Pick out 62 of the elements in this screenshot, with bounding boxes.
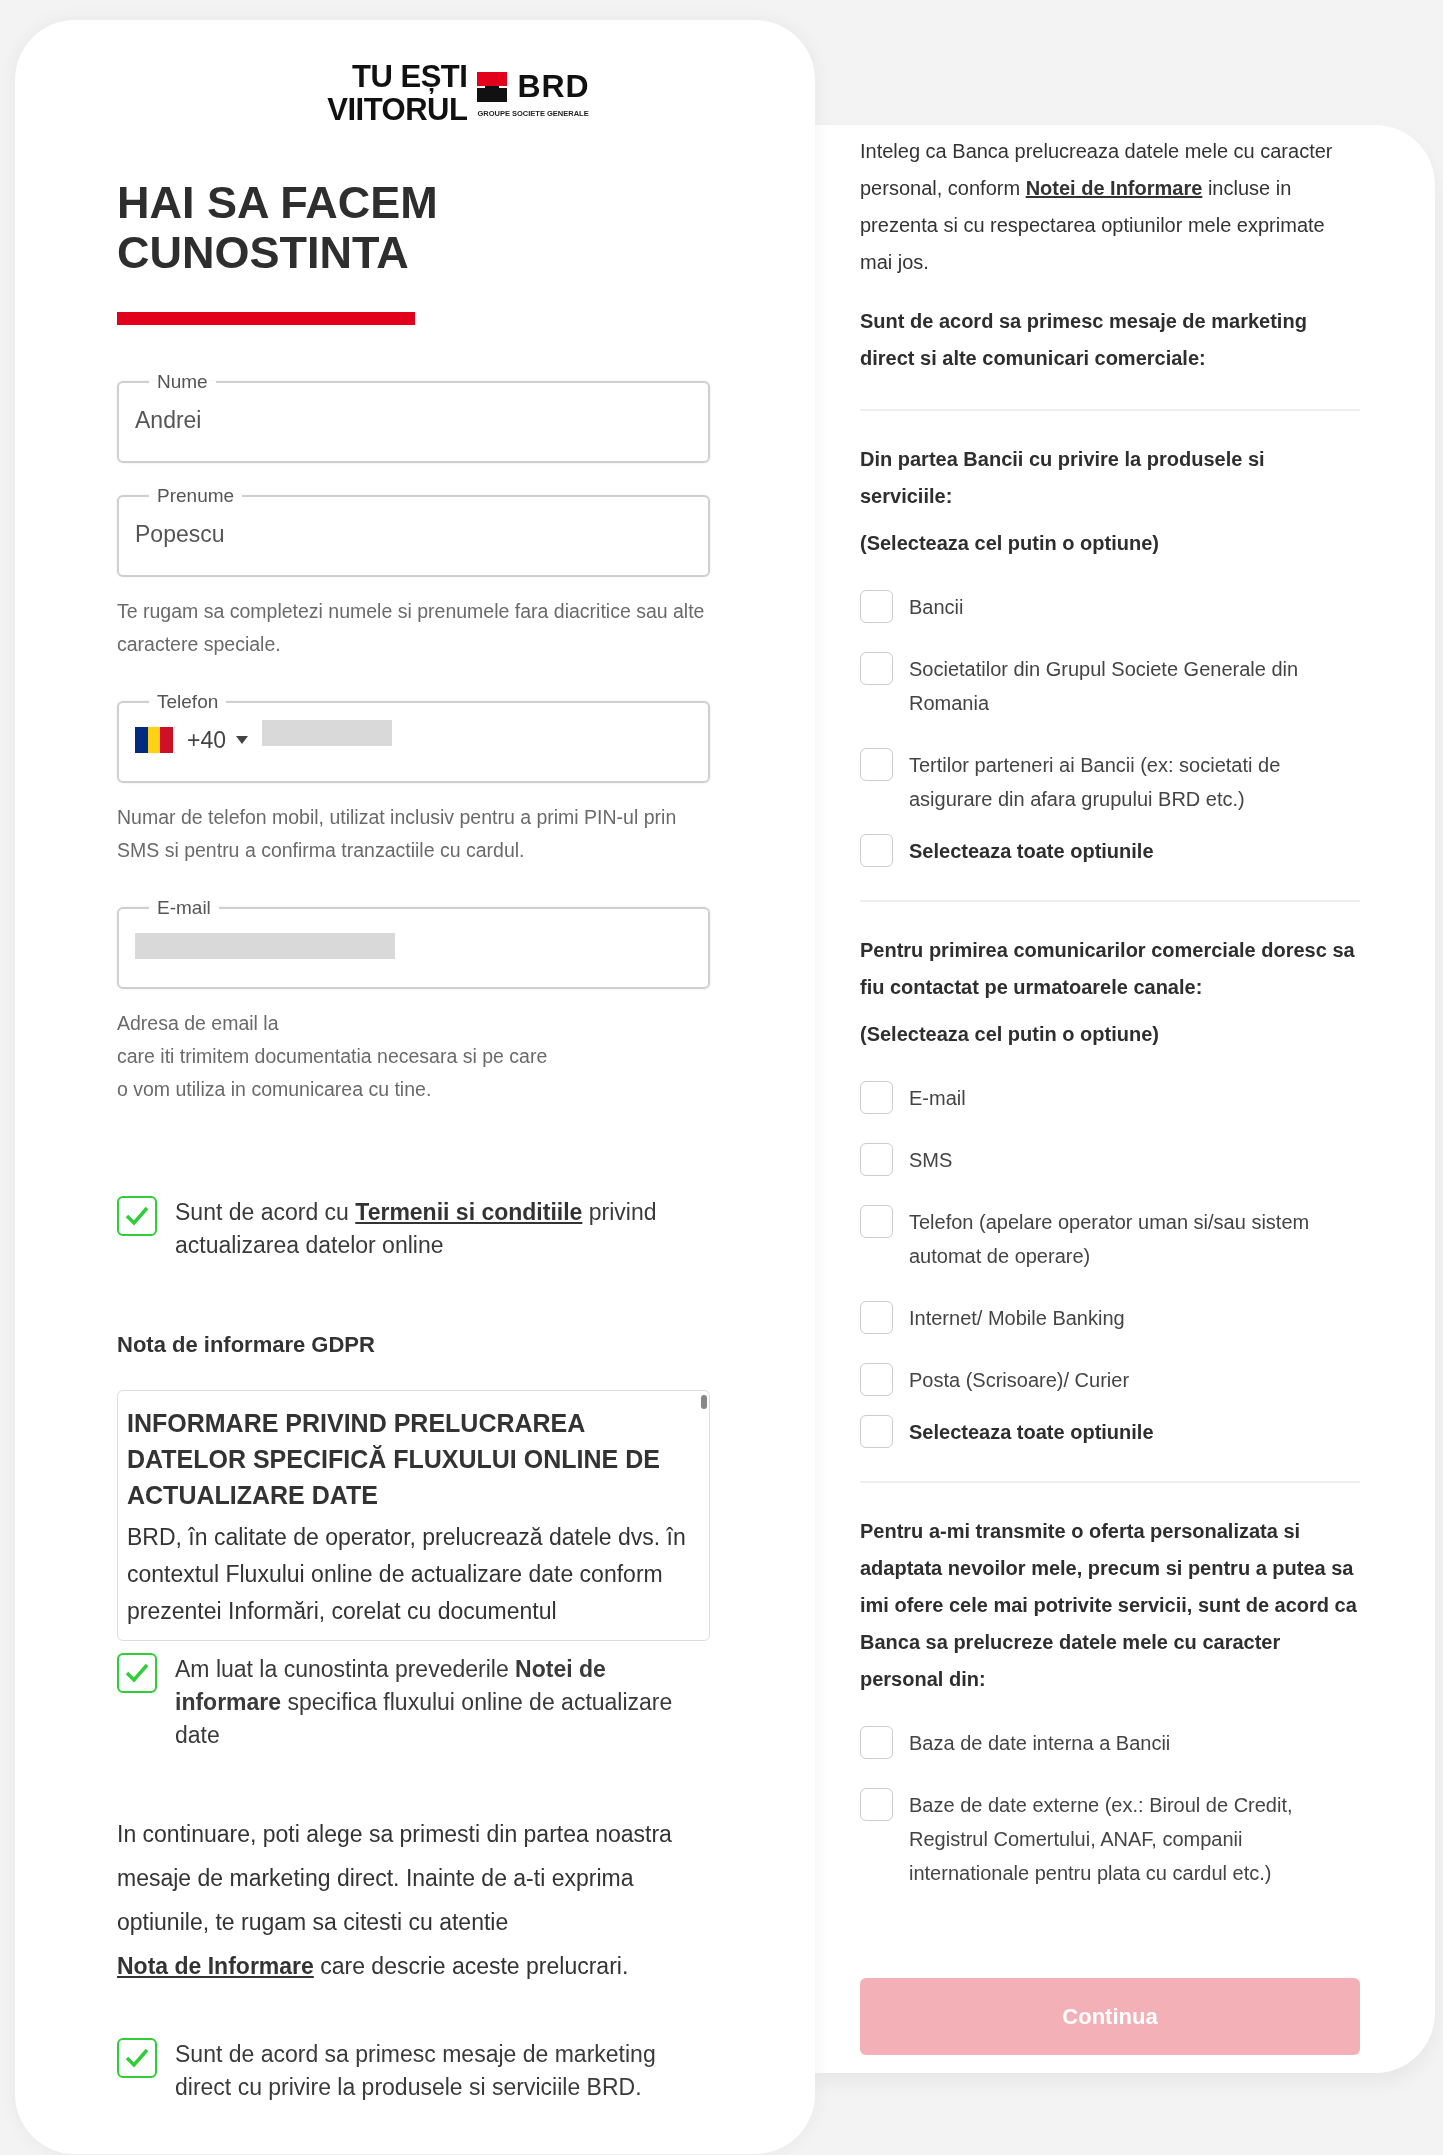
checkbox[interactable] xyxy=(117,1196,157,1236)
field-label: Nume xyxy=(156,371,209,393)
option-label: Baza de date interna a Bancii xyxy=(909,1731,1171,1756)
field-label: Telefon xyxy=(156,691,220,713)
checkbox[interactable] xyxy=(117,2038,157,2078)
checkbox[interactable] xyxy=(860,834,893,867)
checkbox[interactable] xyxy=(860,1415,893,1448)
option-label: SMS xyxy=(909,1148,953,1173)
helper-text: Adresa de email la care iti trimitem documentatia necesara si pe care o vom utiliza in comunicarea cu tine. xyxy=(117,1011,549,1102)
group-title: Din partea Bancii cu privire la produsele si serviciile: xyxy=(860,447,1266,509)
checkbox[interactable] xyxy=(860,1301,893,1334)
option-label: Baze de date externe (ex.: Biroul de Credit, Registrul Comertului, ANAF, companii internationale pentru plata cu cardul etc.) xyxy=(909,1793,1294,1886)
paragraph: In continuare, poti alege sa primesti din partea noastra mesaje de marketing direct. Inainte de a-ti exprima optiunile, te rugam sa citesti cu atentie Nota de Informare care descrie aceste prelucrari. xyxy=(117,1820,673,1981)
link[interactable]: Termenii si conditiile xyxy=(355,1199,583,1225)
helper-text: Numar de telefon mobil, utilizat inclusiv pentru a primi PIN-ul prin SMS si pentru a confirma tranzactiile cu cardul. xyxy=(117,805,678,863)
group-title: Pentru a-mi transmite o oferta personalizata si adaptata nevoilor mele, precum si pentru a putea sa imi ofere cele mai potrivite servicii, sunt de acord ca Banca sa prelucreze datele mele cu caracter personal din: xyxy=(860,1519,1358,1692)
helper-text: Te rugam sa completezi numele si prenumele fara diacritice sau alte caractere speciale. xyxy=(117,599,706,657)
checkbox[interactable] xyxy=(860,1726,893,1759)
checkmark-icon xyxy=(124,2047,150,2069)
scrollbar-thumb[interactable] xyxy=(701,1395,707,1409)
caret-icon xyxy=(236,736,248,744)
select-all-label: Selecteaza toate optiunile xyxy=(909,839,1154,864)
checkbox-label: Sunt de acord sa primesc mesaje de marketing direct cu privire la produsele si serviciile BRD. xyxy=(175,2040,657,2102)
document-title: INFORMARE PRIVIND PRELUCRAREA DATELOR SPECIFICĂ FLUXULUI ONLINE DE ACTUALIZARE DATE xyxy=(127,1408,661,1511)
brand-name: BRD xyxy=(517,68,590,105)
logo-tagline: TU EȘTI VIITORUL xyxy=(327,60,468,126)
link[interactable]: Nota de Informare xyxy=(117,1953,314,1979)
checkbox[interactable] xyxy=(860,1788,893,1821)
checkbox-label: Am luat la cunostinta prevederile Notei de informare specifica fluxului online de actualizare date xyxy=(175,1655,674,1750)
link[interactable]: Notei de Informare xyxy=(1025,177,1203,199)
option-label: Internet/ Mobile Banking xyxy=(909,1306,1125,1331)
field-label: Prenume xyxy=(156,485,236,507)
group-subtitle: (Selecteaza cel putin o optiune) xyxy=(860,531,1160,556)
section-title: Sunt de acord sa primesc mesaje de marketing direct si alte comunicari comerciale: xyxy=(860,309,1308,371)
option-label: Bancii xyxy=(909,595,964,620)
checkmark-icon xyxy=(124,1662,150,1684)
field-label: E-mail xyxy=(156,897,212,919)
option-label: Posta (Scrisoare)/ Curier xyxy=(909,1368,1130,1393)
checkbox[interactable] xyxy=(860,652,893,685)
section-title: Nota de informare GDPR xyxy=(117,1332,376,1358)
checkbox[interactable] xyxy=(860,590,893,623)
flag-icon xyxy=(135,727,173,753)
country-code-dropdown[interactable]: +40 xyxy=(187,726,248,754)
checkmark-icon xyxy=(124,1205,150,1227)
option-label: Societatilor din Grupul Societe Generale din Romania xyxy=(909,657,1300,716)
checkbox[interactable] xyxy=(860,1081,893,1114)
checkbox[interactable] xyxy=(860,748,893,781)
checkbox-label: Sunt de acord cu Termenii si conditiile privind actualizarea datelor online xyxy=(175,1198,658,1260)
group-subtitle: (Selecteaza cel putin o optiune) xyxy=(860,1022,1160,1047)
checkbox[interactable] xyxy=(860,1205,893,1238)
page-heading: HAI SA FACEM CUNOSTINTA xyxy=(117,178,439,278)
option-label: Telefon (apelare operator uman si/sau sistem automat de operare) xyxy=(909,1210,1311,1269)
select-all-label: Selecteaza toate optiunile xyxy=(909,1420,1154,1445)
paragraph: Inteleg ca Banca prelucreaza datele mele cu caracter personal, conform Notei de Informare incluse in prezenta si cu respectarea optiunilor mele exprimate mai jos. xyxy=(860,139,1334,275)
checkbox[interactable] xyxy=(117,1653,157,1693)
checkbox[interactable] xyxy=(860,1363,893,1396)
document-text: BRD, în calitate de operator, prelucrează datele dvs. în contextul Fluxului online de actualizare date conform prezentei Informări, corelat cu documentul xyxy=(127,1523,687,1626)
option-label: Tertilor parteneri ai Bancii (ex: societati de asigurare din afara grupului BRD etc.) xyxy=(909,753,1282,812)
option-label: E-mail xyxy=(909,1086,966,1111)
logo-mark-icon xyxy=(477,71,508,102)
group-title: Pentru primirea comunicarilor comerciale doresc sa fiu contactat pe urmatoarele canale: xyxy=(860,938,1356,1000)
checkbox[interactable] xyxy=(860,1143,893,1176)
